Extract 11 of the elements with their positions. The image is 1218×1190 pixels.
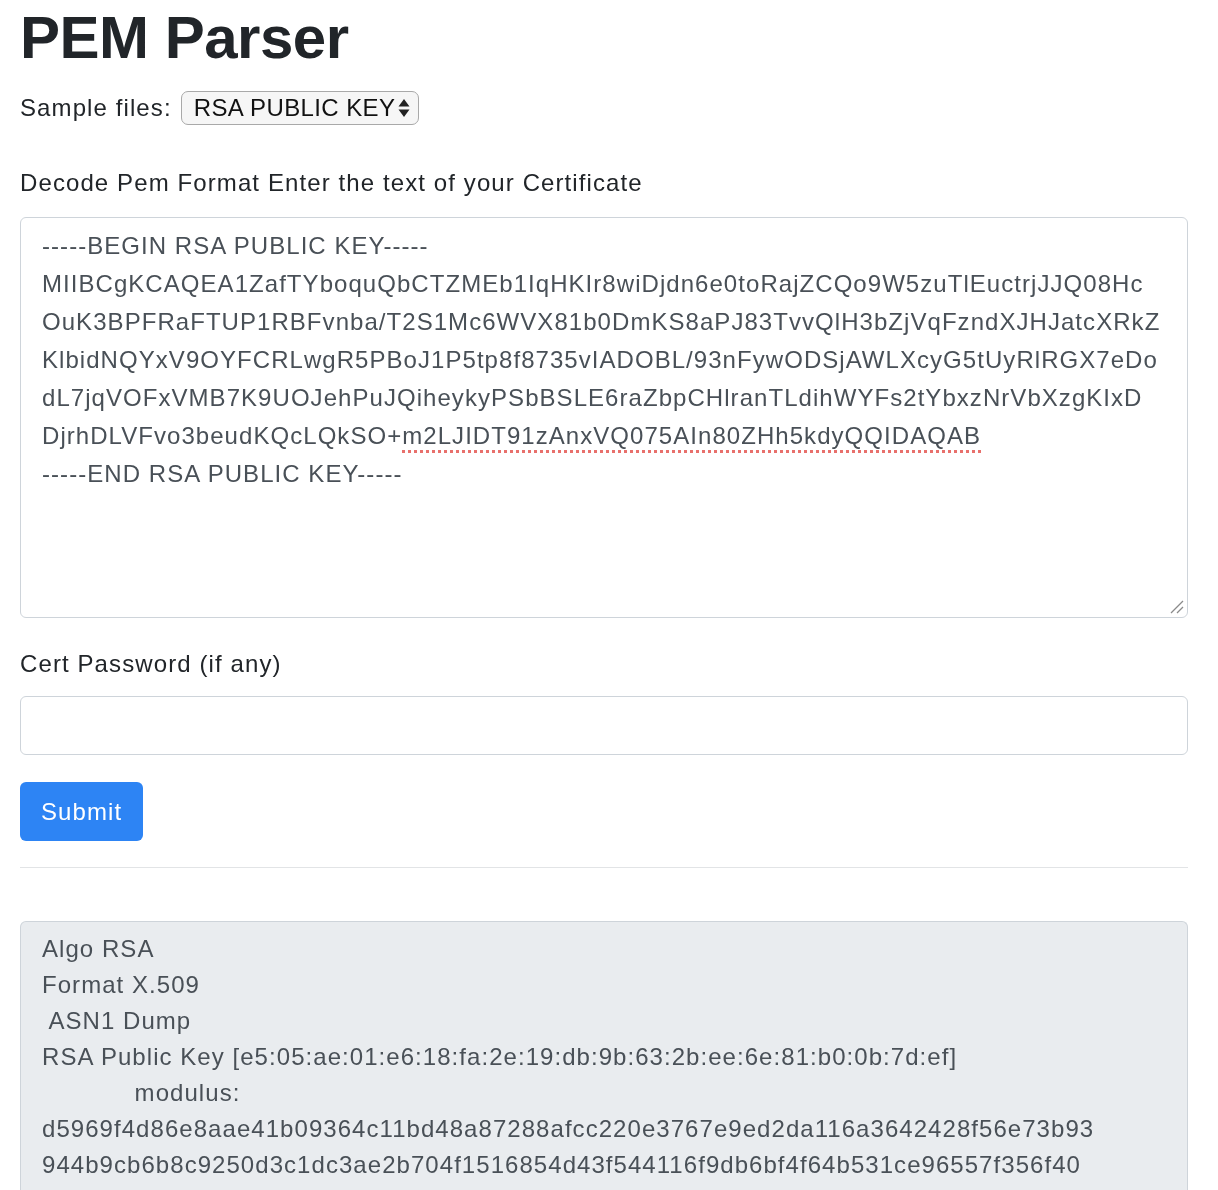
cert-password-label: Cert Password (if any) (20, 650, 282, 677)
pem-input-label: Decode Pem Format Enter the text of your Certificate (20, 169, 643, 196)
resize-handle-icon[interactable] (1170, 600, 1184, 614)
sample-files-label: Sample files: (20, 93, 172, 123)
cert-password-field[interactable] (20, 696, 1188, 755)
page-title: PEM Parser (20, 4, 349, 72)
up-down-arrows-icon (398, 98, 411, 118)
sample-files-select[interactable]: RSA PUBLIC KEY (180, 91, 420, 125)
submit-button[interactable]: Submit (20, 782, 144, 841)
output-text-area: Algo RSA Format X.509 ASN1 Dump RSA Public Key [e5:05:ae:01:e6:18:fa:2e:19:db:9b:63:2b:ee:6e:81:b0:0b:7d:ef] modulus: d5969f4d86e8aae41b09364c11bd48a87288afcc220e3767e9ed2da116a3642428f56e73b93 944b9cb6b8c9250d3c1dc3ae2b704f1516854d43f544116f9db6bf4f64b531ce96557f356f40 (20, 921, 1188, 1190)
pem-text-area[interactable]: -----BEGIN RSA PUBLIC KEY----- MIIBCgKCAQEA1ZafTYboquQbCTZMEb1IqHKIr8wiDjdn6e0toRajZCQo9W5zuTlEuctrjJJQ08Hc OuK3BPFRaFTUP1RBFvnba/T2S1Mc6WVX81b0DmKS8aPJ83TvvQlH3bZjVqFzndXJHJatcXRkZ KlbidNQYxV9OYFCRLwgR5PBoJ1P5tp8f8735vIADOBL/93nFywODSjAWLXcyG5tUyRlRGX7eDo dL7jqVOFxVMB7K9UOJehPuJQiheykyPSbBSLE6raZbpCHlranTLdihWYFs2tYbxzNrVbXzgKIxD DjrhDLVFvo3beudKQcLQkSO+m2LJIDT91zAnxVQ075AIn80ZHh5kdyQQIDAQAB -----END RSA PUBLIC KEY----- (20, 217, 1188, 618)
